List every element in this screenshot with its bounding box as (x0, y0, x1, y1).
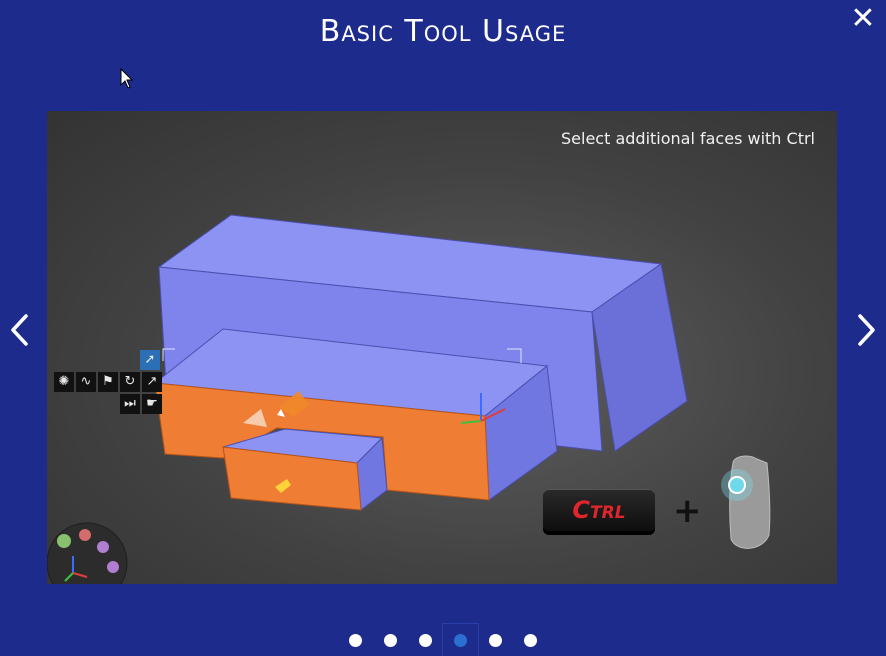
pagination-dot-marker (419, 633, 432, 647)
pagination-dot[interactable] (408, 630, 443, 650)
pagination-dot-marker (454, 633, 467, 647)
hand-tool-icon[interactable]: ☛ (142, 394, 162, 414)
tutorial-slide: Select additional faces with Ctrl ➚ ✺ ∿ … (47, 111, 837, 584)
3d-model-illustration (47, 214, 771, 584)
mouse-icon (721, 455, 771, 549)
chevron-right-icon[interactable] (852, 312, 880, 348)
pagination-dot-marker (489, 633, 502, 647)
mouse-cursor-icon (120, 68, 134, 89)
pagination-dot[interactable] (513, 630, 548, 650)
move-tool-icon[interactable]: ↗ (142, 372, 162, 392)
pagination-dots (0, 623, 886, 656)
rotate-tool-icon[interactable]: ↻ (120, 372, 140, 392)
ctrl-key-icon: Ctrl (543, 489, 655, 531)
close-icon[interactable]: ✕ (848, 4, 878, 34)
pagination-dot-marker (384, 633, 397, 647)
select-tool-icon[interactable]: ➚ (140, 350, 160, 370)
sun-icon[interactable]: ✺ (54, 372, 74, 392)
dialog-title: Basic Tool Usage (319, 14, 567, 49)
transform-toolbar: ➚ ✺ ∿ ⚑ ↻ ↗ ⏭ ☛ (54, 350, 162, 414)
pagination-dot-marker (349, 633, 362, 647)
flag-tool-icon[interactable]: ⚑ (98, 372, 118, 392)
pagination-dot-marker (524, 633, 537, 647)
plus-sign: + (673, 491, 702, 531)
chevron-left-icon[interactable] (6, 312, 34, 348)
curve-tool-icon[interactable]: ∿ (76, 372, 96, 392)
pagination-dot[interactable] (478, 630, 513, 650)
skip-tool-icon[interactable]: ⏭ (120, 394, 140, 414)
pagination-dot[interactable] (442, 623, 479, 656)
pagination-dot[interactable] (338, 630, 373, 650)
pagination-dot[interactable] (373, 630, 408, 650)
